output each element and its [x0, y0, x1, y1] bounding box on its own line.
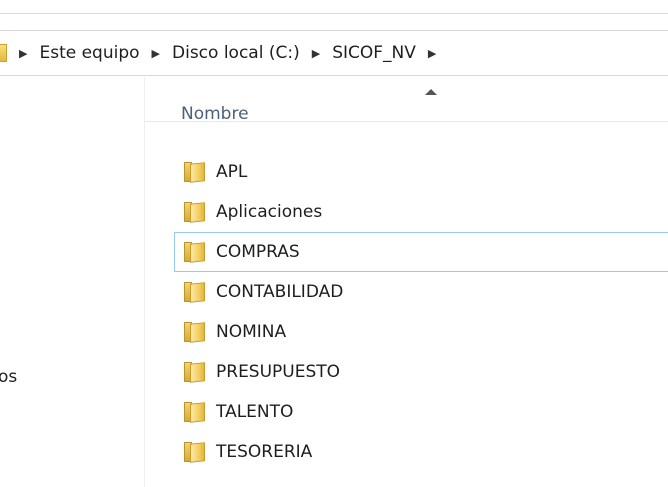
- file-row[interactable]: APL: [174, 152, 668, 192]
- folder-icon: [184, 282, 205, 303]
- file-name: PRESUPUESTO: [216, 362, 341, 382]
- sort-ascending-icon: [425, 89, 437, 95]
- column-header-name[interactable]: Nombre: [145, 77, 668, 124]
- file-row[interactable]: Aplicaciones: [174, 192, 668, 232]
- folder-icon: [184, 402, 205, 423]
- breadcrumb-este-equipo[interactable]: Este equipo: [39, 43, 139, 63]
- folder-icon: [184, 242, 205, 263]
- chevron-right-icon[interactable]: ▶: [152, 47, 160, 60]
- file-explorer-window: ▶ Este equipo ▶ Disco local (C:) ▶ SICOF…: [0, 0, 668, 487]
- file-name: Aplicaciones: [216, 202, 323, 222]
- nav-item-label[interactable]: os: [0, 367, 17, 387]
- ribbon-edge: [0, 0, 668, 14]
- chevron-right-icon[interactable]: ▶: [428, 47, 436, 60]
- file-list-pane: Nombre APL Aplicaciones COMPRAS CONTABIL…: [144, 77, 668, 487]
- folder-icon: [184, 162, 205, 183]
- file-row[interactable]: NOMINA: [174, 312, 668, 352]
- file-list: APL Aplicaciones COMPRAS CONTABILIDAD NO…: [174, 152, 668, 472]
- folder-icon: [184, 362, 205, 383]
- folder-icon: [184, 442, 205, 463]
- chevron-right-icon[interactable]: ▶: [312, 47, 320, 60]
- column-header-label: Nombre: [181, 104, 249, 124]
- file-name: TALENTO: [216, 402, 294, 422]
- navigation-pane: os: [0, 77, 144, 487]
- file-name: TESORERIA: [216, 442, 313, 462]
- file-row[interactable]: TALENTO: [174, 392, 668, 432]
- file-row[interactable]: CONTABILIDAD: [174, 272, 668, 312]
- breadcrumb-sicof-nv[interactable]: SICOF_NV: [332, 43, 416, 63]
- address-bar[interactable]: ▶ Este equipo ▶ Disco local (C:) ▶ SICOF…: [0, 30, 668, 76]
- file-name: COMPRAS: [216, 242, 300, 262]
- file-name: NOMINA: [216, 322, 287, 342]
- file-row[interactable]: PRESUPUESTO: [174, 352, 668, 392]
- chevron-right-icon[interactable]: ▶: [19, 47, 27, 60]
- breadcrumb-disco-local[interactable]: Disco local (C:): [172, 43, 300, 63]
- folder-icon: [184, 322, 205, 343]
- file-name: CONTABILIDAD: [216, 282, 344, 302]
- folder-icon: [184, 202, 205, 223]
- file-row[interactable]: TESORERIA: [174, 432, 668, 472]
- file-row-focused[interactable]: COMPRAS: [174, 232, 668, 272]
- file-name: APL: [216, 162, 248, 182]
- location-folder-icon: [0, 44, 7, 62]
